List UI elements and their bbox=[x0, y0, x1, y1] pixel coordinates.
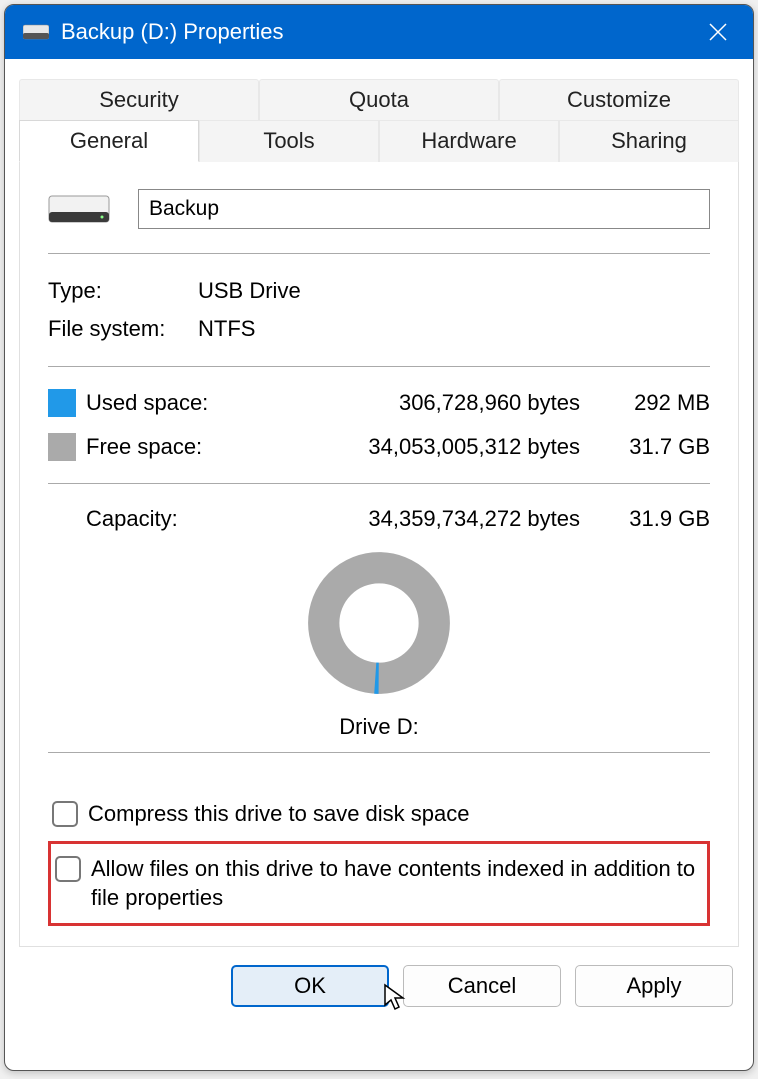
capacity-label: Capacity: bbox=[86, 506, 236, 532]
donut-chart bbox=[306, 550, 452, 696]
tab-row-bottom: General Tools Hardware Sharing bbox=[19, 120, 739, 162]
type-label: Type: bbox=[48, 278, 198, 304]
capacity-section: Capacity: 34,359,734,272 bytes 31.9 GB D… bbox=[48, 484, 710, 752]
drive-icon bbox=[23, 23, 49, 41]
capacity-hr: 31.9 GB bbox=[620, 506, 710, 532]
filesystem-value: NTFS bbox=[198, 316, 710, 342]
tab-general[interactable]: General bbox=[19, 120, 199, 162]
tab-row-top: Security Quota Customize bbox=[19, 79, 739, 120]
window-title: Backup (D:) Properties bbox=[61, 19, 695, 45]
free-swatch bbox=[48, 433, 76, 461]
tab-tools[interactable]: Tools bbox=[199, 120, 379, 162]
used-swatch bbox=[48, 389, 76, 417]
cancel-button[interactable]: Cancel bbox=[403, 965, 561, 1007]
titlebar: Backup (D:) Properties bbox=[5, 5, 753, 59]
drive-label: Drive D: bbox=[339, 714, 418, 740]
tab-content-general: Type: USB Drive File system: NTFS Used s… bbox=[19, 161, 739, 947]
drive-header bbox=[48, 189, 710, 253]
close-button[interactable] bbox=[695, 9, 741, 55]
button-bar: OK Cancel Apply bbox=[5, 947, 753, 1025]
drive-name-input[interactable] bbox=[138, 189, 710, 229]
filesystem-label: File system: bbox=[48, 316, 198, 342]
properties-dialog: Backup (D:) Properties Security Quota Cu… bbox=[4, 4, 754, 1071]
compress-label[interactable]: Compress this drive to save disk space bbox=[88, 799, 470, 829]
index-checkbox[interactable] bbox=[55, 856, 81, 882]
used-label: Used space: bbox=[86, 390, 236, 416]
free-label: Free space: bbox=[86, 434, 236, 460]
used-bytes: 306,728,960 bytes bbox=[236, 390, 620, 416]
checkbox-section: Compress this drive to save disk space A… bbox=[48, 753, 710, 926]
space-section: Used space: 306,728,960 bytes 292 MB Fre… bbox=[48, 367, 710, 483]
compress-checkbox[interactable] bbox=[52, 801, 78, 827]
free-bytes: 34,053,005,312 bytes bbox=[236, 434, 620, 460]
usage-chart: Drive D: bbox=[48, 550, 710, 740]
index-option-highlighted: Allow files on this drive to have conten… bbox=[48, 841, 710, 926]
ok-button[interactable]: OK bbox=[231, 965, 389, 1007]
tabs-area: Security Quota Customize General Tools H… bbox=[5, 59, 753, 947]
used-hr: 292 MB bbox=[620, 390, 710, 416]
tab-security[interactable]: Security bbox=[19, 79, 259, 120]
drive-large-icon bbox=[48, 192, 110, 226]
compress-option: Compress this drive to save disk space bbox=[48, 793, 710, 835]
type-value: USB Drive bbox=[198, 278, 710, 304]
apply-button[interactable]: Apply bbox=[575, 965, 733, 1007]
free-hr: 31.7 GB bbox=[620, 434, 710, 460]
capacity-bytes: 34,359,734,272 bytes bbox=[236, 506, 620, 532]
tab-customize[interactable]: Customize bbox=[499, 79, 739, 120]
tab-hardware[interactable]: Hardware bbox=[379, 120, 559, 162]
index-label[interactable]: Allow files on this drive to have conten… bbox=[91, 854, 703, 913]
drive-info: Type: USB Drive File system: NTFS bbox=[48, 254, 710, 366]
tab-sharing[interactable]: Sharing bbox=[559, 120, 739, 162]
close-icon bbox=[708, 22, 728, 42]
tab-quota[interactable]: Quota bbox=[259, 79, 499, 120]
